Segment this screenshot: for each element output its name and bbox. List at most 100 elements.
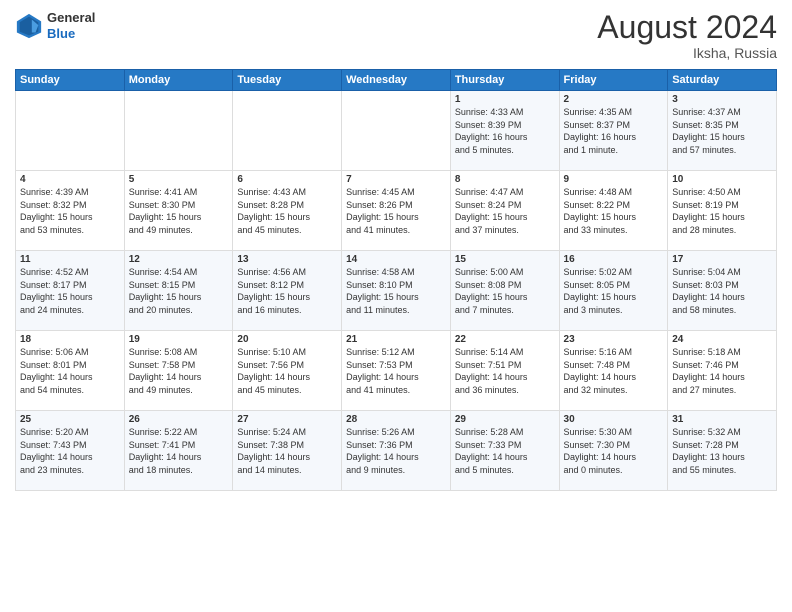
day-number: 26	[129, 414, 229, 425]
day-cell: 25Sunrise: 5:20 AM Sunset: 7:43 PM Dayli…	[16, 411, 125, 491]
day-number: 20	[237, 334, 337, 345]
week-row-2: 4Sunrise: 4:39 AM Sunset: 8:32 PM Daylig…	[16, 171, 777, 251]
day-number: 18	[20, 334, 120, 345]
header: General Blue August 2024 Iksha, Russia	[15, 10, 777, 61]
title-block: August 2024 Iksha, Russia	[597, 10, 777, 61]
day-number: 24	[672, 334, 772, 345]
day-cell	[16, 91, 125, 171]
day-number: 22	[455, 334, 555, 345]
day-cell: 22Sunrise: 5:14 AM Sunset: 7:51 PM Dayli…	[450, 331, 559, 411]
day-number: 2	[564, 94, 664, 105]
header-cell-sunday: Sunday	[16, 70, 125, 91]
day-info: Sunrise: 5:06 AM Sunset: 8:01 PM Dayligh…	[20, 346, 120, 396]
day-cell: 28Sunrise: 5:26 AM Sunset: 7:36 PM Dayli…	[342, 411, 451, 491]
day-cell: 21Sunrise: 5:12 AM Sunset: 7:53 PM Dayli…	[342, 331, 451, 411]
logo: General Blue	[15, 10, 95, 41]
day-number: 23	[564, 334, 664, 345]
day-info: Sunrise: 5:08 AM Sunset: 7:58 PM Dayligh…	[129, 346, 229, 396]
day-info: Sunrise: 5:32 AM Sunset: 7:28 PM Dayligh…	[672, 426, 772, 476]
day-info: Sunrise: 4:33 AM Sunset: 8:39 PM Dayligh…	[455, 106, 555, 156]
day-number: 1	[455, 94, 555, 105]
week-row-3: 11Sunrise: 4:52 AM Sunset: 8:17 PM Dayli…	[16, 251, 777, 331]
day-info: Sunrise: 4:56 AM Sunset: 8:12 PM Dayligh…	[237, 266, 337, 316]
day-number: 21	[346, 334, 446, 345]
day-info: Sunrise: 4:54 AM Sunset: 8:15 PM Dayligh…	[129, 266, 229, 316]
location: Iksha, Russia	[597, 45, 777, 61]
calendar-header: SundayMondayTuesdayWednesdayThursdayFrid…	[16, 70, 777, 91]
day-cell: 3Sunrise: 4:37 AM Sunset: 8:35 PM Daylig…	[668, 91, 777, 171]
day-cell: 7Sunrise: 4:45 AM Sunset: 8:26 PM Daylig…	[342, 171, 451, 251]
header-cell-saturday: Saturday	[668, 70, 777, 91]
day-info: Sunrise: 5:30 AM Sunset: 7:30 PM Dayligh…	[564, 426, 664, 476]
day-info: Sunrise: 4:47 AM Sunset: 8:24 PM Dayligh…	[455, 186, 555, 236]
day-number: 12	[129, 254, 229, 265]
day-number: 16	[564, 254, 664, 265]
day-cell	[342, 91, 451, 171]
day-cell: 23Sunrise: 5:16 AM Sunset: 7:48 PM Dayli…	[559, 331, 668, 411]
day-info: Sunrise: 4:39 AM Sunset: 8:32 PM Dayligh…	[20, 186, 120, 236]
day-cell: 1Sunrise: 4:33 AM Sunset: 8:39 PM Daylig…	[450, 91, 559, 171]
logo-icon	[15, 12, 43, 40]
day-cell: 31Sunrise: 5:32 AM Sunset: 7:28 PM Dayli…	[668, 411, 777, 491]
day-cell	[124, 91, 233, 171]
day-info: Sunrise: 5:18 AM Sunset: 7:46 PM Dayligh…	[672, 346, 772, 396]
day-info: Sunrise: 5:24 AM Sunset: 7:38 PM Dayligh…	[237, 426, 337, 476]
day-info: Sunrise: 5:26 AM Sunset: 7:36 PM Dayligh…	[346, 426, 446, 476]
day-info: Sunrise: 4:41 AM Sunset: 8:30 PM Dayligh…	[129, 186, 229, 236]
day-cell: 27Sunrise: 5:24 AM Sunset: 7:38 PM Dayli…	[233, 411, 342, 491]
logo-text: General Blue	[47, 10, 95, 41]
day-info: Sunrise: 4:35 AM Sunset: 8:37 PM Dayligh…	[564, 106, 664, 156]
day-info: Sunrise: 5:00 AM Sunset: 8:08 PM Dayligh…	[455, 266, 555, 316]
day-cell: 15Sunrise: 5:00 AM Sunset: 8:08 PM Dayli…	[450, 251, 559, 331]
day-info: Sunrise: 5:04 AM Sunset: 8:03 PM Dayligh…	[672, 266, 772, 316]
header-row: SundayMondayTuesdayWednesdayThursdayFrid…	[16, 70, 777, 91]
day-cell: 24Sunrise: 5:18 AM Sunset: 7:46 PM Dayli…	[668, 331, 777, 411]
day-cell	[233, 91, 342, 171]
day-number: 5	[129, 174, 229, 185]
day-info: Sunrise: 5:02 AM Sunset: 8:05 PM Dayligh…	[564, 266, 664, 316]
day-cell: 14Sunrise: 4:58 AM Sunset: 8:10 PM Dayli…	[342, 251, 451, 331]
day-info: Sunrise: 4:43 AM Sunset: 8:28 PM Dayligh…	[237, 186, 337, 236]
day-cell: 19Sunrise: 5:08 AM Sunset: 7:58 PM Dayli…	[124, 331, 233, 411]
day-cell: 2Sunrise: 4:35 AM Sunset: 8:37 PM Daylig…	[559, 91, 668, 171]
day-info: Sunrise: 5:12 AM Sunset: 7:53 PM Dayligh…	[346, 346, 446, 396]
header-cell-thursday: Thursday	[450, 70, 559, 91]
day-number: 10	[672, 174, 772, 185]
day-info: Sunrise: 4:48 AM Sunset: 8:22 PM Dayligh…	[564, 186, 664, 236]
day-info: Sunrise: 5:20 AM Sunset: 7:43 PM Dayligh…	[20, 426, 120, 476]
header-cell-friday: Friday	[559, 70, 668, 91]
day-number: 4	[20, 174, 120, 185]
day-cell: 4Sunrise: 4:39 AM Sunset: 8:32 PM Daylig…	[16, 171, 125, 251]
day-number: 11	[20, 254, 120, 265]
week-row-1: 1Sunrise: 4:33 AM Sunset: 8:39 PM Daylig…	[16, 91, 777, 171]
week-row-4: 18Sunrise: 5:06 AM Sunset: 8:01 PM Dayli…	[16, 331, 777, 411]
day-cell: 6Sunrise: 4:43 AM Sunset: 8:28 PM Daylig…	[233, 171, 342, 251]
day-info: Sunrise: 4:58 AM Sunset: 8:10 PM Dayligh…	[346, 266, 446, 316]
day-cell: 12Sunrise: 4:54 AM Sunset: 8:15 PM Dayli…	[124, 251, 233, 331]
day-number: 29	[455, 414, 555, 425]
logo-blue: Blue	[47, 26, 75, 41]
day-number: 28	[346, 414, 446, 425]
day-cell: 13Sunrise: 4:56 AM Sunset: 8:12 PM Dayli…	[233, 251, 342, 331]
header-cell-tuesday: Tuesday	[233, 70, 342, 91]
week-row-5: 25Sunrise: 5:20 AM Sunset: 7:43 PM Dayli…	[16, 411, 777, 491]
day-cell: 16Sunrise: 5:02 AM Sunset: 8:05 PM Dayli…	[559, 251, 668, 331]
day-info: Sunrise: 4:52 AM Sunset: 8:17 PM Dayligh…	[20, 266, 120, 316]
day-number: 7	[346, 174, 446, 185]
day-cell: 29Sunrise: 5:28 AM Sunset: 7:33 PM Dayli…	[450, 411, 559, 491]
day-number: 25	[20, 414, 120, 425]
header-cell-wednesday: Wednesday	[342, 70, 451, 91]
day-cell: 10Sunrise: 4:50 AM Sunset: 8:19 PM Dayli…	[668, 171, 777, 251]
day-info: Sunrise: 5:16 AM Sunset: 7:48 PM Dayligh…	[564, 346, 664, 396]
day-cell: 18Sunrise: 5:06 AM Sunset: 8:01 PM Dayli…	[16, 331, 125, 411]
day-number: 27	[237, 414, 337, 425]
day-cell: 5Sunrise: 4:41 AM Sunset: 8:30 PM Daylig…	[124, 171, 233, 251]
logo-general: General	[47, 10, 95, 25]
day-cell: 17Sunrise: 5:04 AM Sunset: 8:03 PM Dayli…	[668, 251, 777, 331]
day-number: 19	[129, 334, 229, 345]
page: General Blue August 2024 Iksha, Russia S…	[0, 0, 792, 612]
day-cell: 8Sunrise: 4:47 AM Sunset: 8:24 PM Daylig…	[450, 171, 559, 251]
day-cell: 11Sunrise: 4:52 AM Sunset: 8:17 PM Dayli…	[16, 251, 125, 331]
day-number: 6	[237, 174, 337, 185]
day-info: Sunrise: 4:37 AM Sunset: 8:35 PM Dayligh…	[672, 106, 772, 156]
